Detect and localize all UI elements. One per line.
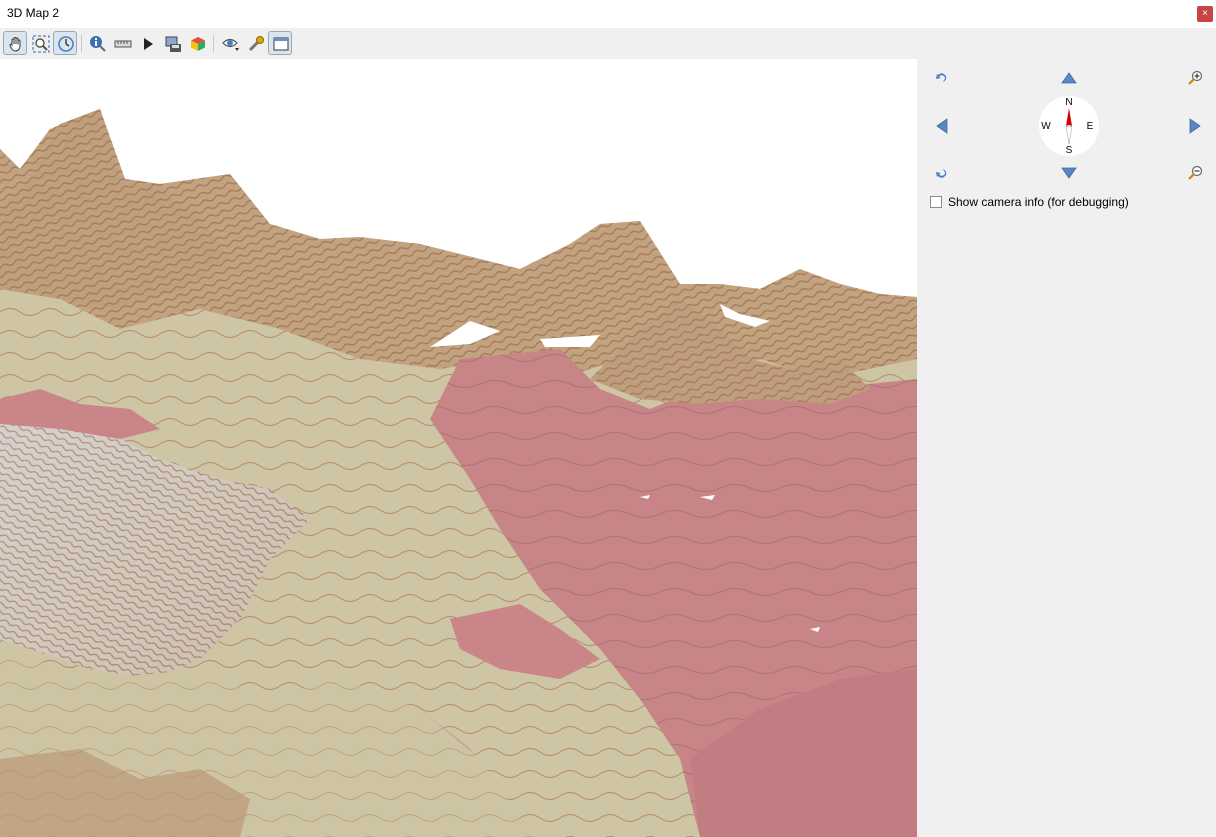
arrow-right-icon	[1189, 118, 1201, 134]
camera-control-button[interactable]	[53, 31, 77, 55]
3d-map-view[interactable]	[0, 59, 917, 837]
move-left-button[interactable]	[934, 118, 950, 134]
move-down-button[interactable]	[1061, 165, 1077, 181]
rotate-cw-icon	[936, 169, 947, 178]
save-image-button[interactable]	[160, 31, 184, 55]
pan-tool-button[interactable]	[3, 31, 27, 55]
compass-south-label: S	[1065, 145, 1073, 156]
zoom-full-button[interactable]	[28, 31, 52, 55]
save-image-icon	[165, 36, 181, 52]
dock-window-button[interactable]	[268, 31, 292, 55]
export-scene-button[interactable]	[185, 31, 209, 55]
configure-button[interactable]	[243, 31, 267, 55]
zoom-out-button[interactable]	[1187, 165, 1203, 181]
arrow-down-icon	[1061, 167, 1077, 179]
identify-icon	[90, 36, 106, 52]
toolbar-separator	[81, 35, 82, 52]
compass-west-label: W	[1041, 121, 1051, 132]
camera-view-button[interactable]	[218, 31, 242, 55]
camera-info-label[interactable]: Show camera info (for debugging)	[948, 195, 1129, 209]
camera-info-option[interactable]: Show camera info (for debugging)	[930, 194, 1129, 210]
camera-view-icon	[222, 38, 239, 51]
configure-icon	[248, 36, 264, 52]
rotate-ccw-icon	[936, 73, 947, 82]
rotate-left-button[interactable]	[934, 70, 950, 86]
title-bar: 3D Map 2 ×	[0, 0, 1216, 28]
measure-line-button[interactable]	[110, 31, 134, 55]
rotate-right-button[interactable]	[934, 165, 950, 181]
zoom-out-icon	[1188, 165, 1203, 180]
toolbar-separator	[213, 35, 214, 52]
export-scene-icon	[191, 37, 205, 51]
navigation-panel: N S E W Show camera info (for debugging)	[917, 59, 1216, 837]
animation-play-icon	[144, 38, 153, 50]
animation-button[interactable]	[135, 31, 159, 55]
arrow-up-icon	[1061, 72, 1077, 84]
arrow-left-icon	[936, 118, 948, 134]
move-right-button[interactable]	[1187, 118, 1203, 134]
camera-info-checkbox[interactable]	[930, 196, 942, 208]
window-title: 3D Map 2	[7, 6, 60, 20]
toolbar	[0, 28, 1216, 59]
zoom-full-icon	[32, 35, 50, 53]
close-button[interactable]: ×	[1197, 6, 1213, 22]
compass-north-label: N	[1065, 97, 1073, 108]
dock-window-icon	[273, 37, 289, 51]
camera-control-icon	[58, 36, 74, 52]
move-up-button[interactable]	[1061, 70, 1077, 86]
zoom-in-button[interactable]	[1187, 70, 1203, 86]
identify-button[interactable]	[85, 31, 109, 55]
compass-east-label: E	[1086, 121, 1094, 132]
zoom-in-icon	[1188, 70, 1203, 85]
measure-line-icon	[114, 40, 132, 48]
terrain-render	[0, 59, 917, 837]
pan-hand-icon	[9, 37, 21, 52]
compass[interactable]: N S E W	[1038, 95, 1100, 157]
